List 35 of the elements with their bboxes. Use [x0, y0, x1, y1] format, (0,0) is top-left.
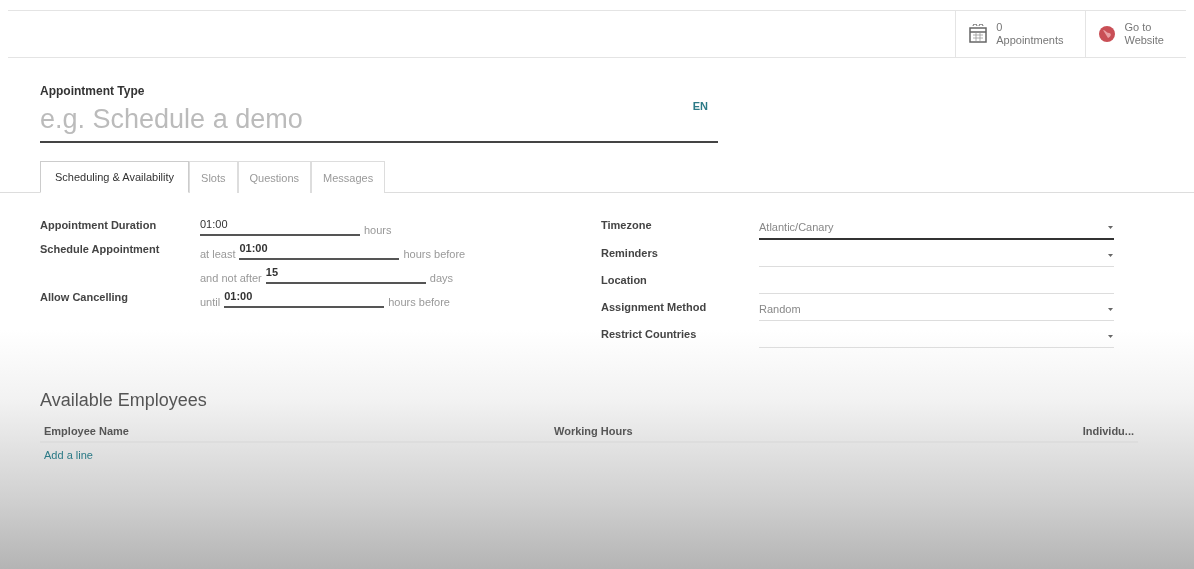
- globe-icon: [1098, 25, 1117, 43]
- input-field[interactable]: 01:00: [200, 217, 360, 236]
- field-suffix: hours before: [388, 296, 450, 308]
- section-title: Available Employees: [40, 390, 208, 411]
- add-line-link[interactable]: Add a line: [40, 447, 1138, 463]
- input-field[interactable]: 15: [265, 265, 426, 284]
- field-prefix: and not after: [200, 272, 262, 284]
- tab[interactable]: Messages: [311, 161, 386, 193]
- field-label: Location: [601, 273, 648, 288]
- field-suffix: days: [429, 272, 454, 284]
- field-label: Allow Cancelling: [40, 290, 129, 305]
- field-label: Appointment Duration: [40, 218, 158, 233]
- field-label: Reminders: [601, 246, 659, 261]
- field-label: Timezone: [601, 218, 653, 233]
- column-header: Individu...: [1082, 425, 1134, 437]
- header-button[interactable]: 0 Appointments: [955, 11, 1086, 57]
- select-field[interactable]: Atlantic/Canary: [759, 217, 1114, 240]
- tab[interactable]: Slots: [189, 161, 238, 193]
- field-suffix: hours before: [403, 248, 466, 260]
- column-header: Working Hours: [554, 425, 634, 437]
- field-label: Assignment Method: [601, 300, 708, 315]
- field-label: Restrict Countries: [601, 327, 698, 342]
- tab[interactable]: Scheduling & Availability: [40, 161, 190, 193]
- input-field[interactable]: 01:00: [224, 289, 385, 308]
- field-suffix: hours: [364, 224, 392, 236]
- input-field[interactable]: 01:00: [239, 241, 400, 260]
- field-label: Schedule Appointment: [40, 242, 161, 257]
- select-field[interactable]: Random: [759, 299, 1114, 321]
- column-header: Employee Name: [44, 425, 130, 437]
- header-button[interactable]: Go to Website: [1085, 11, 1186, 57]
- calendar-icon: [968, 24, 989, 44]
- field-prefix: until: [200, 296, 221, 308]
- tab[interactable]: Questions: [237, 161, 312, 193]
- field-prefix: at least: [200, 248, 236, 260]
- field-label: Appointment Type: [40, 84, 146, 98]
